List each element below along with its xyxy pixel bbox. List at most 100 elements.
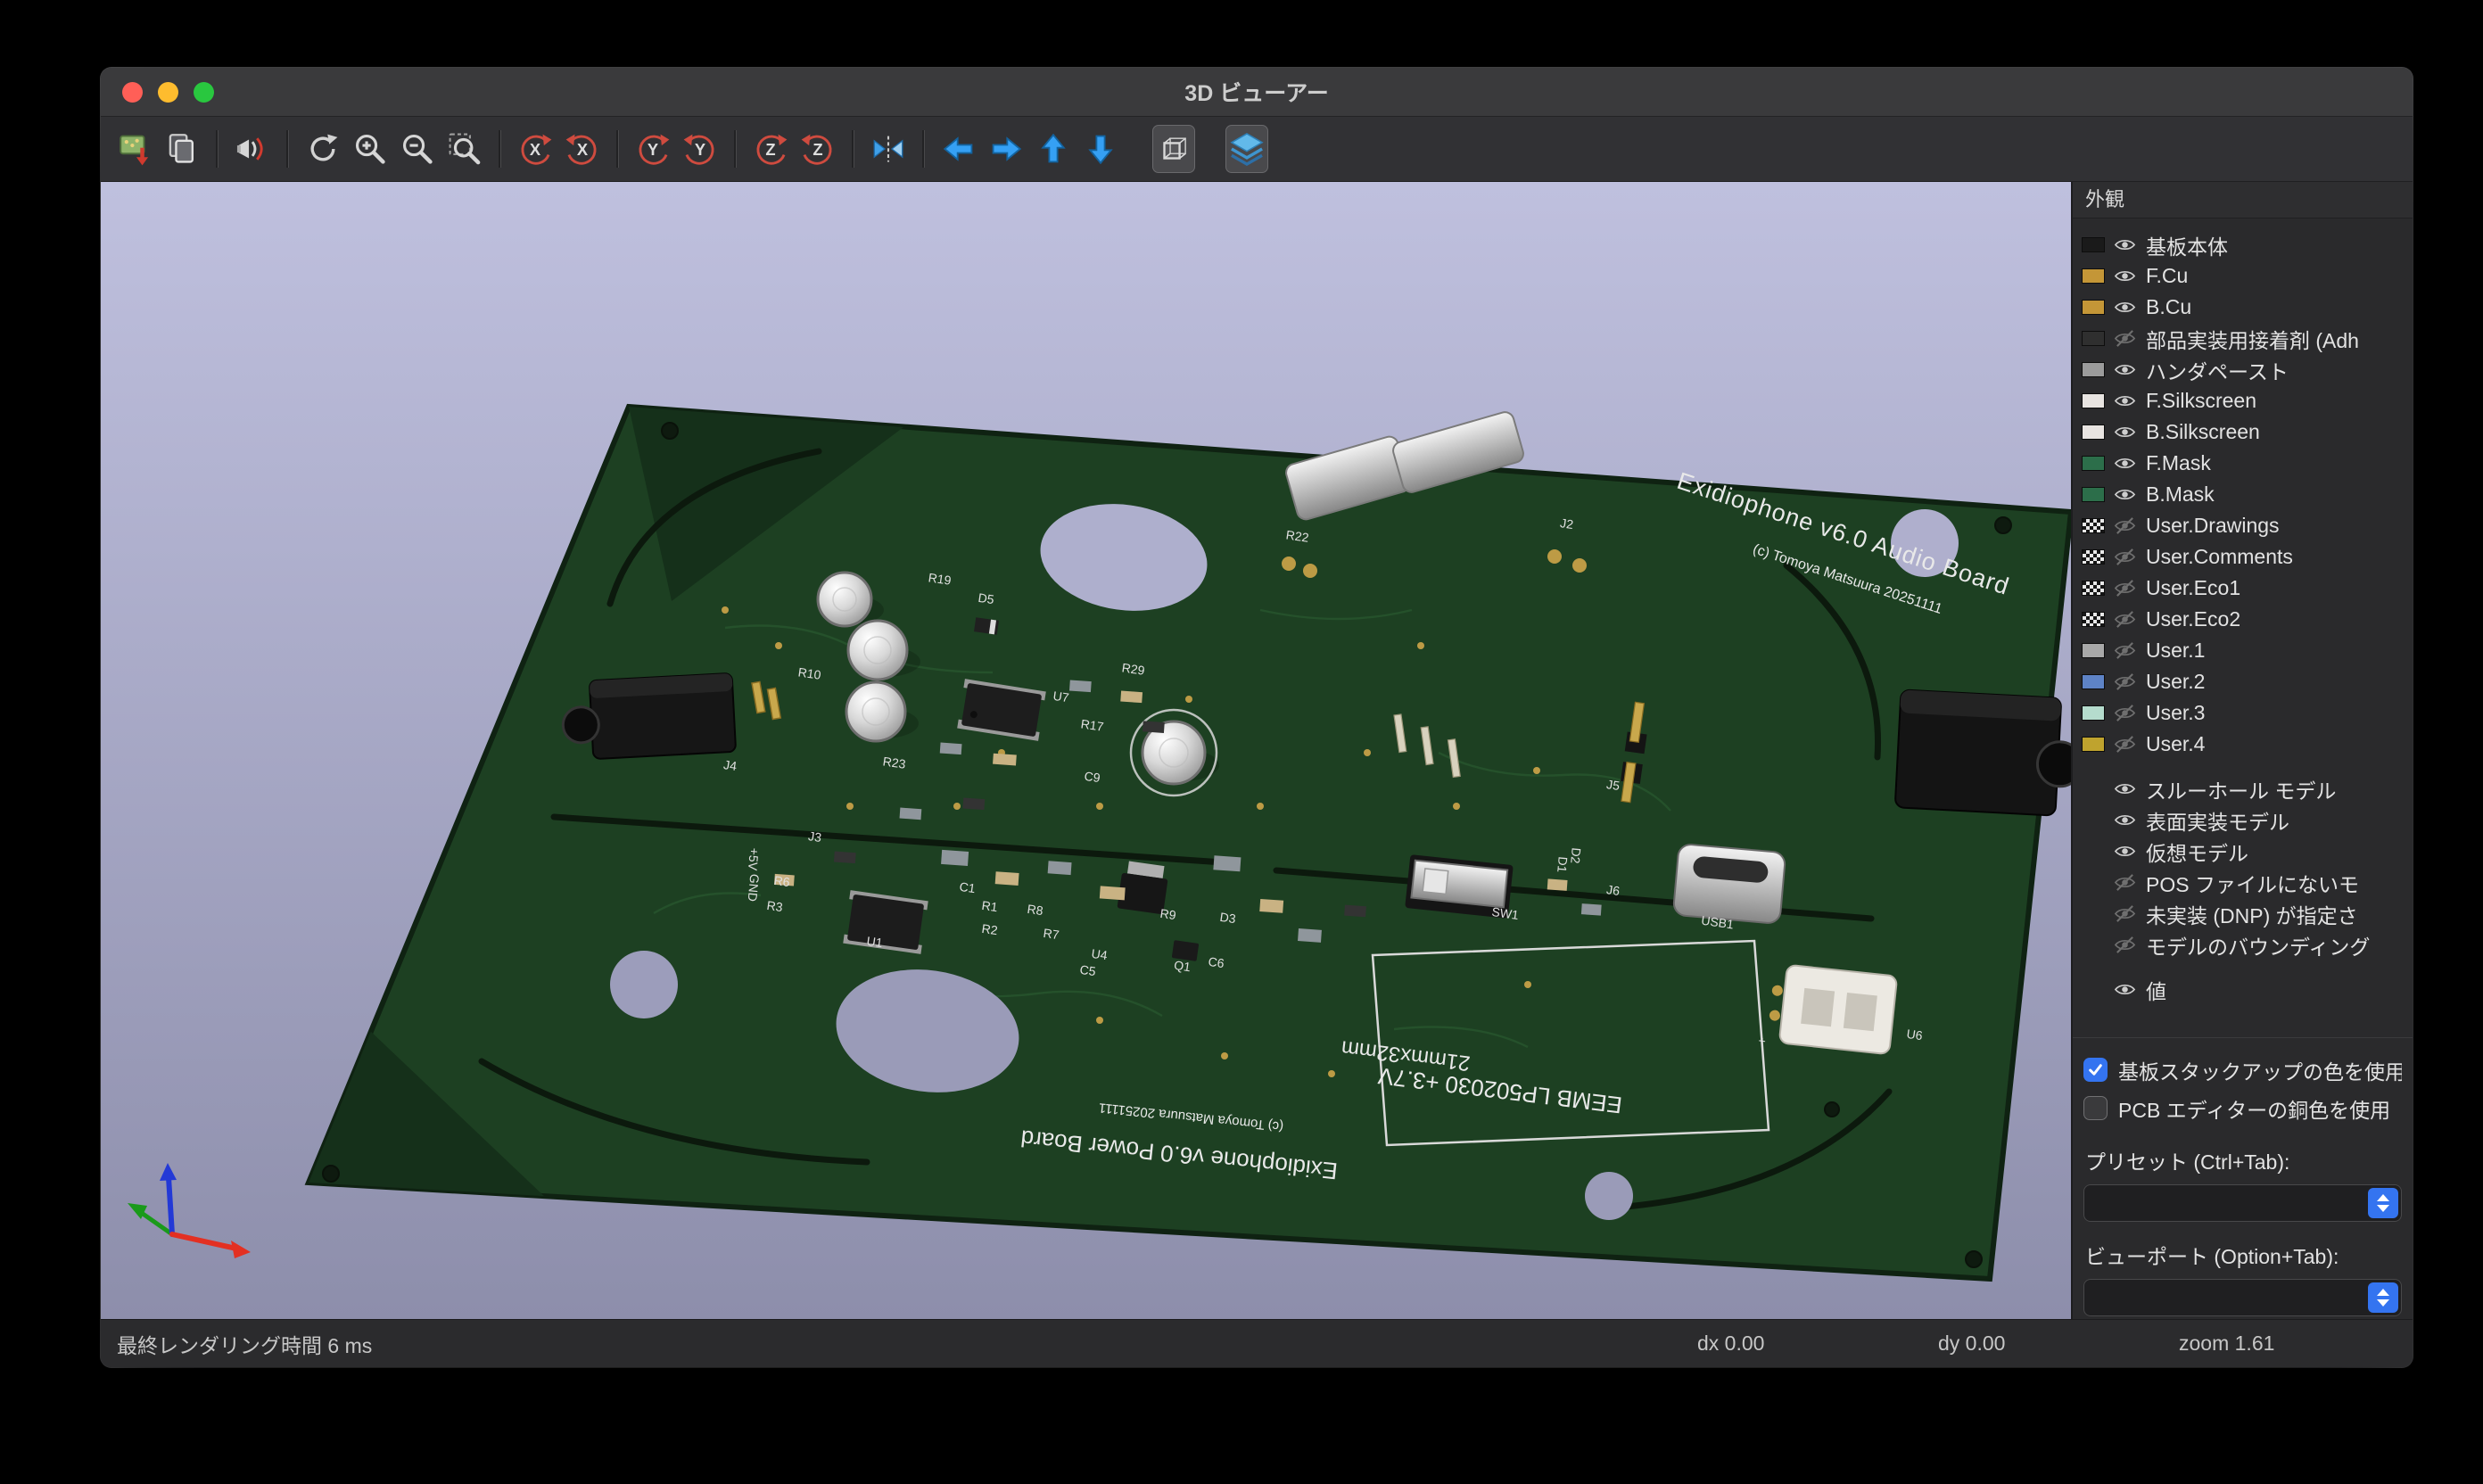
eye-icon[interactable] [2114, 265, 2136, 287]
checkbox-checked[interactable] [2083, 1058, 2108, 1082]
rotate-x-counterclockwise-button[interactable] [561, 125, 604, 173]
rotate-z-clockwise-button[interactable] [749, 125, 792, 173]
rotate-y-clockwise-button[interactable] [631, 125, 674, 173]
eye-slash-icon[interactable] [2114, 608, 2136, 631]
model-label: POS ファイルにないモ [2146, 868, 2359, 898]
eye-slash-icon[interactable] [2114, 327, 2136, 350]
zoom-in-button[interactable] [349, 125, 392, 173]
eye-slash-icon[interactable] [2114, 702, 2136, 724]
viewport-stepper-icon[interactable] [2368, 1282, 2398, 1313]
color-swatch[interactable] [2082, 581, 2105, 596]
rotate-y-pos-icon [681, 130, 719, 168]
dx-status: dx 0.00 [1697, 1331, 1764, 1356]
eye-slash-icon[interactable] [2114, 515, 2136, 537]
layer-row: B.Silkscreen [2082, 416, 2413, 448]
eye-slash-icon[interactable] [2114, 733, 2136, 755]
traffic-lights [101, 82, 214, 103]
rotate-z-counterclockwise-button[interactable] [796, 125, 839, 173]
eye-icon[interactable] [2114, 390, 2136, 412]
color-swatch[interactable] [2082, 331, 2105, 346]
move-down-button[interactable] [1079, 125, 1122, 173]
eye-icon[interactable] [2114, 234, 2136, 256]
zoom-button[interactable] [194, 82, 214, 103]
eye-slash-icon[interactable] [2114, 903, 2136, 925]
render-options-button[interactable] [231, 125, 274, 173]
preset-stepper-icon[interactable] [2368, 1188, 2398, 1218]
3d-scene: Exidiophone v6.0 Audio Board (c) Tomoya … [101, 182, 2071, 1319]
flip-board-button[interactable] [867, 125, 910, 173]
viewport-label: ビューポート (Option+Tab): [2085, 1240, 2402, 1270]
eye-slash-icon[interactable] [2114, 577, 2136, 599]
eye-icon[interactable] [2114, 978, 2136, 1001]
eye-icon[interactable] [2114, 483, 2136, 506]
appearance-layers-icon [1228, 130, 1266, 168]
eye-icon[interactable] [2114, 778, 2136, 800]
eye-slash-icon[interactable] [2114, 546, 2136, 568]
eye-slash-icon[interactable] [2114, 871, 2136, 894]
ic-u1 [843, 890, 928, 954]
ref-designator: U6 [1906, 1026, 1924, 1043]
checkbox-label: 基板スタックアップの色を使用 [2118, 1055, 2402, 1085]
color-swatch[interactable] [2082, 487, 2105, 502]
appearance-panel-button[interactable] [1225, 125, 1268, 173]
rotate-x-neg-icon [516, 130, 554, 168]
color-swatch[interactable] [2082, 518, 2105, 533]
render-time-status: 最終レンダリング時間 6 ms [101, 1329, 372, 1359]
close-button[interactable] [122, 82, 143, 103]
ref-designator: D5 [978, 590, 995, 606]
reload-board-button[interactable] [113, 125, 156, 173]
eye-icon[interactable] [2114, 452, 2136, 474]
color-swatch[interactable] [2082, 268, 2105, 284]
eye-icon[interactable] [2114, 359, 2136, 381]
eye-slash-icon[interactable] [2114, 639, 2136, 662]
color-swatch[interactable] [2082, 705, 2105, 721]
layer-row: User.Comments [2082, 541, 2413, 573]
model-label: 仮想モデル [2146, 837, 2248, 867]
3d-viewport[interactable]: Exidiophone v6.0 Audio Board (c) Tomoya … [101, 182, 2071, 1319]
color-swatch[interactable] [2082, 237, 2105, 252]
color-swatch[interactable] [2082, 425, 2105, 440]
eye-slash-icon[interactable] [2114, 934, 2136, 956]
eye-icon[interactable] [2114, 809, 2136, 831]
color-swatch[interactable] [2082, 674, 2105, 689]
zoom-to-fit-button[interactable] [443, 125, 486, 173]
color-swatch[interactable] [2082, 737, 2105, 752]
zoom-out-button[interactable] [396, 125, 439, 173]
checkbox-label: PCB エディターの銅色を使用 [2118, 1093, 2390, 1124]
move-right-icon [987, 130, 1025, 168]
orthographic-projection-button[interactable] [1152, 125, 1195, 173]
eye-icon[interactable] [2114, 421, 2136, 443]
minimize-button[interactable] [158, 82, 178, 103]
checkbox-row: PCB エディターの銅色を使用 [2083, 1089, 2402, 1127]
move-right-button[interactable] [985, 125, 1027, 173]
color-swatch[interactable] [2082, 393, 2105, 408]
preset-dropdown[interactable] [2083, 1184, 2402, 1222]
color-swatch[interactable] [2082, 643, 2105, 658]
move-up-button[interactable] [1032, 125, 1075, 173]
redraw-button[interactable] [301, 125, 344, 173]
color-swatch[interactable] [2082, 612, 2105, 627]
copy-image-button[interactable] [161, 125, 203, 173]
ref-designator: GND [746, 873, 763, 902]
viewport-dropdown[interactable] [2083, 1279, 2402, 1316]
layer-label: User.Eco2 [2146, 607, 2240, 631]
color-swatch[interactable] [2082, 456, 2105, 471]
model-row: 未実装 (DNP) が指定さ [2082, 898, 2413, 929]
ref-designator: J2 [1559, 515, 1574, 532]
layer-row: B.Mask [2082, 479, 2413, 510]
titlebar: 3D ビューアー [101, 68, 2413, 117]
preset-label: プリセット (Ctrl+Tab): [2085, 1145, 2402, 1175]
eye-icon[interactable] [2114, 840, 2136, 862]
rotate-y-counterclockwise-button[interactable] [679, 125, 722, 173]
color-swatch[interactable] [2082, 549, 2105, 565]
ref-designator: J3 [807, 829, 822, 845]
eye-icon[interactable] [2114, 296, 2136, 318]
checkbox-unchecked[interactable] [2083, 1096, 2108, 1120]
color-swatch[interactable] [2082, 300, 2105, 315]
layer-label: F.Cu [2146, 264, 2188, 288]
toolbar-separator [216, 130, 219, 168]
eye-slash-icon[interactable] [2114, 671, 2136, 693]
color-swatch[interactable] [2082, 362, 2105, 377]
move-left-button[interactable] [937, 125, 980, 173]
rotate-x-clockwise-button[interactable] [514, 125, 557, 173]
